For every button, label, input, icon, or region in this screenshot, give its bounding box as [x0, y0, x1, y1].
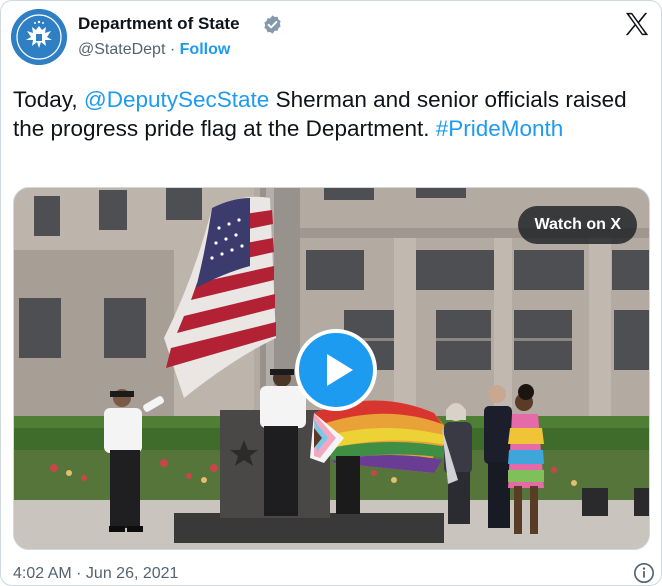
avatar[interactable]: [11, 9, 67, 65]
info-icon[interactable]: [633, 562, 655, 584]
x-logo-icon[interactable]: [623, 10, 651, 38]
verified-badge-icon: [264, 15, 281, 34]
tweet-text: Today, @DeputySecState Sherman and senio…: [13, 85, 643, 143]
play-button[interactable]: [295, 329, 377, 411]
mention-link[interactable]: @DeputySecState: [84, 87, 269, 112]
state-department-seal-icon: [11, 9, 67, 65]
hashtag-link[interactable]: #PrideMonth: [436, 116, 564, 141]
separator-dot: ·: [169, 41, 176, 58]
tweet-timestamp[interactable]: 4:02 AM · Jun 26, 2021: [13, 565, 178, 583]
follow-button[interactable]: Follow: [180, 41, 231, 58]
tweet-text-intro: Today,: [13, 87, 84, 112]
author-handle[interactable]: @StateDept: [78, 41, 165, 58]
video-media[interactable]: Watch on X: [13, 187, 650, 550]
author-display-name[interactable]: Department of State: [78, 14, 240, 34]
play-icon: [327, 354, 353, 386]
watch-on-x-button[interactable]: Watch on X: [518, 206, 637, 244]
tweet-card: Department of State @StateDept · Follow …: [0, 0, 662, 586]
author-handle-line: @StateDept · Follow: [78, 41, 230, 59]
